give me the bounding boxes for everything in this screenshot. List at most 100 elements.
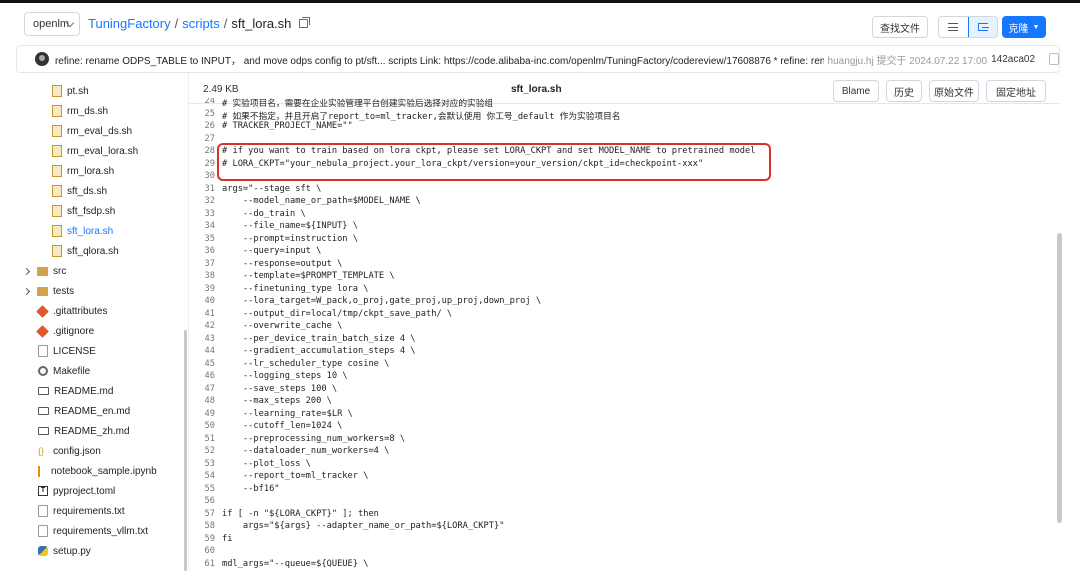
breadcrumb-repo[interactable]: TuningFactory (88, 16, 171, 31)
tree-item-selected[interactable]: sft_lora.sh (52, 221, 113, 241)
line-number[interactable]: 32 (189, 196, 215, 206)
breadcrumb-folder[interactable]: scripts (182, 16, 220, 31)
line-number[interactable]: 58 (189, 521, 215, 531)
code-line: --prompt=instruction \ (222, 233, 358, 244)
avatar[interactable] (35, 52, 49, 66)
tree-item-label: sft_ds.sh (67, 185, 108, 197)
caret-down-icon: ▼ (1032, 23, 1040, 31)
find-file-button[interactable]: 查找文件 (872, 16, 928, 38)
commit-message[interactable]: refine: rename ODPS_TABLE to INPUT， and … (55, 52, 824, 67)
line-number[interactable]: 57 (189, 509, 215, 519)
line-number[interactable]: 38 (189, 271, 215, 281)
tree-item[interactable]: sft_fsdp.sh (52, 201, 115, 221)
tree-item[interactable]: setup.py (38, 541, 91, 561)
commit-author: huangju.hj 提交于 2024.07.22 17:00 (827, 55, 988, 67)
tree-item[interactable]: rm_lora.sh (52, 161, 114, 181)
line-number[interactable]: 35 (189, 234, 215, 244)
tree-item-label: .gitignore (53, 325, 95, 337)
branch-selector[interactable]: openlm (24, 12, 80, 36)
clone-button[interactable]: 克隆 ▼ (1002, 16, 1046, 38)
commit-sha[interactable]: 142aca02 (991, 54, 1035, 65)
line-number[interactable]: 34 (189, 221, 215, 231)
tree-item[interactable]: rm_ds.sh (52, 101, 108, 121)
line-number[interactable]: 37 (189, 259, 215, 269)
line-number[interactable]: 28 (189, 146, 215, 156)
code-line: --logging_steps 10 \ (222, 371, 348, 381)
line-number[interactable]: 42 (189, 321, 215, 331)
line-number[interactable]: 47 (189, 384, 215, 394)
markdown-icon (38, 387, 49, 395)
line-number[interactable]: 48 (189, 396, 215, 406)
clone-label: 克隆 (1008, 23, 1029, 35)
line-number[interactable]: 41 (189, 309, 215, 319)
tree-item[interactable]: rm_eval_ds.sh (52, 121, 132, 141)
code-line: --file_name=${INPUT} \ (222, 221, 358, 231)
tree-item[interactable]: Makefile (38, 361, 90, 381)
tree-item[interactable]: README_en.md (38, 401, 130, 421)
line-number[interactable]: 59 (189, 534, 215, 544)
tree-item[interactable]: sft_ds.sh (52, 181, 107, 201)
line-number[interactable]: 60 (189, 546, 215, 556)
copy-path-icon[interactable] (299, 17, 311, 28)
line-number[interactable]: 33 (189, 209, 215, 219)
tree-item[interactable]: Tpyproject.toml (38, 481, 115, 501)
tree-icon (977, 23, 989, 31)
tree-item[interactable]: sft_qlora.sh (52, 241, 119, 261)
file-icon (52, 145, 62, 157)
file-icon (52, 85, 62, 97)
chevron-right-icon[interactable] (22, 287, 31, 295)
line-number[interactable]: 43 (189, 334, 215, 344)
tree-item-label: config.json (53, 445, 101, 457)
line-number[interactable]: 53 (189, 459, 215, 469)
line-number[interactable]: 61 (189, 559, 215, 569)
code-line: --bf16" (222, 483, 280, 494)
line-number[interactable]: 27 (189, 134, 215, 144)
code-line: --dataloader_num_workers=4 \ (222, 446, 390, 456)
tree-view-button[interactable] (967, 17, 997, 37)
tree-item[interactable]: {} config.json (38, 441, 101, 461)
tree-item[interactable]: LICENSE (38, 341, 96, 361)
tree-item-label: sft_qlora.sh (67, 245, 119, 257)
line-number[interactable]: 46 (189, 371, 215, 381)
tree-item[interactable]: src (22, 261, 66, 281)
code-line: --preprocessing_num_workers=8 \ (222, 433, 406, 444)
sidebar-scrollbar[interactable] (184, 330, 187, 571)
markdown-icon (38, 407, 49, 415)
line-number[interactable]: 25 (189, 109, 215, 119)
line-number[interactable]: 40 (189, 296, 215, 306)
tree-item[interactable]: pt.sh (52, 81, 89, 101)
line-number[interactable]: 26 (189, 121, 215, 131)
tree-item[interactable]: .gitignore (36, 321, 95, 341)
tree-item[interactable]: tests (22, 281, 74, 301)
tree-item-label: setup.py (53, 545, 91, 557)
tree-item[interactable]: .gitattributes (36, 301, 107, 321)
line-number[interactable]: 52 (189, 446, 215, 456)
line-number[interactable]: 30 (189, 171, 215, 181)
line-number[interactable]: 44 (189, 346, 215, 356)
line-number[interactable]: 50 (189, 421, 215, 431)
tree-item[interactable]: requirements.txt (38, 501, 125, 521)
line-number[interactable]: 45 (189, 359, 215, 369)
tree-item[interactable]: rm_eval_lora.sh (52, 141, 138, 161)
line-number[interactable]: 56 (189, 496, 215, 506)
line-number[interactable]: 51 (189, 434, 215, 444)
line-number[interactable]: 55 (189, 484, 215, 494)
copy-sha-icon[interactable] (1049, 53, 1059, 65)
code-line: mdl_args="--queue=${QUEUE} \ (222, 558, 369, 569)
list-view-button[interactable] (939, 17, 968, 37)
tree-item[interactable]: README_zh.md (38, 421, 130, 441)
tree-item[interactable]: notebook_sample.ipynb (38, 461, 157, 481)
breadcrumb-separator: / (223, 16, 228, 31)
file-icon (52, 165, 62, 177)
tree-item[interactable]: requirements_vllm.txt (38, 521, 148, 541)
line-number[interactable]: 36 (189, 246, 215, 256)
page-scrollbar[interactable] (1057, 233, 1062, 523)
line-number[interactable]: 31 (189, 184, 215, 194)
line-number[interactable]: 49 (189, 409, 215, 419)
chevron-right-icon[interactable] (22, 267, 31, 275)
line-number[interactable]: 54 (189, 471, 215, 481)
line-number[interactable]: 29 (189, 159, 215, 169)
tree-item[interactable]: README.md (38, 381, 113, 401)
line-number[interactable]: 24 (189, 98, 215, 106)
line-number[interactable]: 39 (189, 284, 215, 294)
